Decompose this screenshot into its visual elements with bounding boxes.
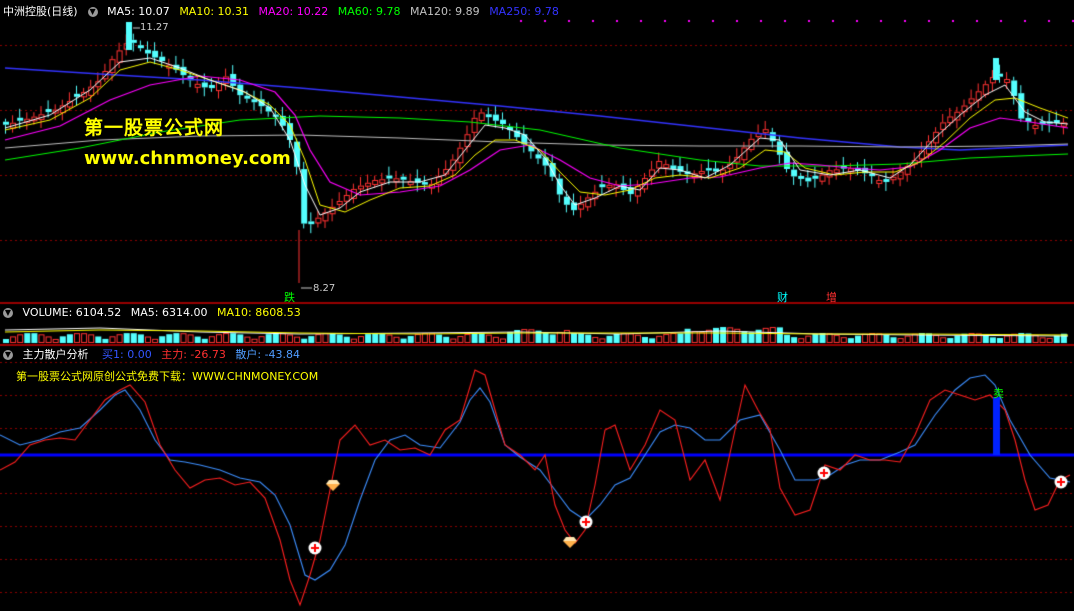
event-tag-increase[interactable]: 增 — [826, 289, 837, 305]
ma250-label: MA250: 9.78 — [489, 5, 559, 18]
ma120-label: MA120: 9.89 — [409, 5, 480, 18]
main-panel-header: 中洲控股(日线) ▼ MA5: 10.07 MA10: 10.31 MA20: 1… — [0, 4, 565, 20]
watermark-title: 第一股票公式网 — [84, 117, 225, 139]
volume-ma5-label: MA5: 6314.00 — [130, 306, 208, 319]
volume-panel-header: ▼ VOLUME: 6104.52 MA5: 6314.00 MA10: 860… — [0, 305, 307, 321]
stock-title: 中洲控股(日线) — [3, 5, 78, 18]
indicator-panel-header: ▼ 主力散户分析 买1: 0.00 主力: -26.73 散户: -43.84 — [0, 347, 306, 363]
indicator-note: 第一股票公式网原创公式免费下载：WWW.CHNMONEY.COM — [16, 370, 319, 383]
buy-value: 买1: 0.00 — [102, 348, 152, 361]
event-tag-finance[interactable]: 财 — [777, 289, 788, 305]
watermark-url: www.chnmoney.com — [84, 148, 291, 169]
low-price-label: 8.27 — [313, 283, 336, 294]
ma20-label: MA20: 10.22 — [258, 5, 329, 18]
ma5-label: MA5: 10.07 — [107, 5, 170, 18]
volume-ma10-label: MA10: 8608.53 — [216, 306, 301, 319]
ma60-label: MA60: 9.78 — [337, 5, 401, 18]
collapse-icon[interactable]: ▼ — [3, 350, 13, 360]
indicator-name: 主力散户分析 — [22, 348, 89, 361]
mainforce-value: 主力: -26.73 — [161, 348, 226, 361]
collapse-icon[interactable]: ▼ — [87, 7, 98, 17]
sell-signal-label: 卖 — [993, 387, 1004, 400]
retail-value: 散户: -43.84 — [235, 348, 301, 361]
collapse-icon[interactable]: ▼ — [3, 308, 13, 318]
ma10-label: MA10: 10.31 — [179, 5, 250, 18]
high-price-label: 11.27 — [140, 22, 169, 33]
volume-label: VOLUME: 6104.52 — [22, 306, 122, 319]
event-tag-drop[interactable]: 跌 — [284, 289, 295, 305]
